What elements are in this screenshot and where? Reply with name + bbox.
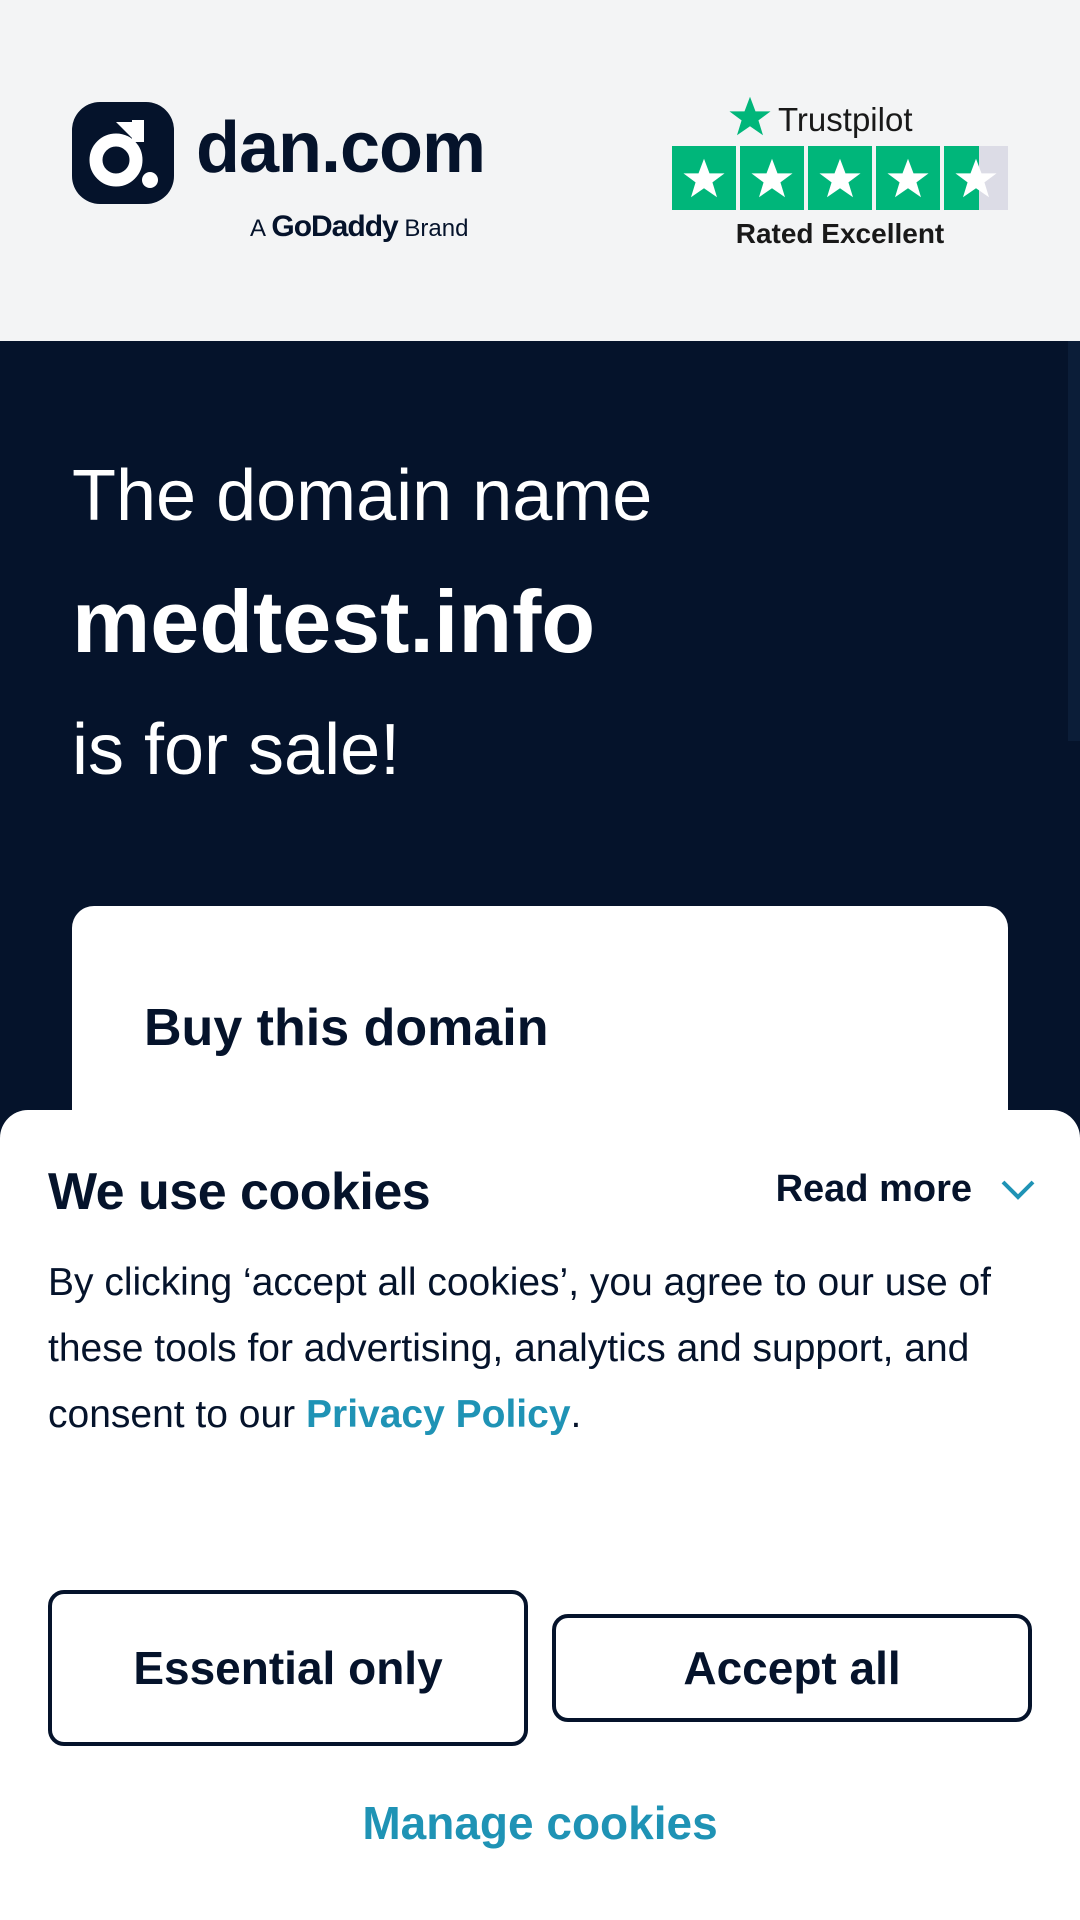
dan-logo-icon[interactable]	[72, 102, 174, 204]
hero-intro: The domain name	[72, 456, 653, 536]
star-icon	[740, 146, 804, 210]
accept-all-button[interactable]: Accept all	[552, 1614, 1032, 1722]
trustpilot-name: Trustpilot	[778, 101, 913, 138]
godaddy-wordmark: GoDaddy	[271, 210, 398, 243]
hero-for-sale: is for sale!	[72, 710, 401, 790]
cookie-description-end: .	[570, 1393, 582, 1436]
brand-prefix: A	[250, 215, 265, 242]
essential-only-button[interactable]: Essential only	[48, 1590, 528, 1746]
site-header: dan.com A GoDaddy Brand Trustpilot Rated…	[0, 0, 1080, 341]
trustpilot-star-icon	[728, 94, 772, 146]
read-more-label: Read more	[775, 1168, 972, 1210]
chevron-down-icon	[1000, 1168, 1036, 1211]
trustpilot-widget[interactable]: Trustpilot Rated Excellent	[670, 84, 1010, 254]
logo-wordmark[interactable]: dan.com	[196, 112, 486, 184]
trustpilot-stars	[672, 146, 1008, 210]
scrollbar[interactable]	[1068, 341, 1080, 741]
manage-cookies-link[interactable]: Manage cookies	[0, 1796, 1080, 1850]
domain-name: medtest.info	[72, 572, 596, 671]
half-star-icon	[944, 146, 1008, 210]
trustpilot-logo: Trustpilot	[728, 94, 912, 146]
cookie-banner: We use cookies Read more By clicking ‘ac…	[0, 1110, 1080, 1920]
brand-suffix: Brand	[404, 215, 469, 242]
star-icon	[808, 146, 872, 210]
buy-card-title: Buy this domain	[144, 999, 549, 1057]
cookie-description: By clicking ‘accept all cookies’, you ag…	[48, 1250, 1038, 1448]
trustpilot-rating-label: Rated Excellent	[735, 218, 945, 249]
cookie-title: We use cookies	[48, 1163, 431, 1221]
star-icon	[672, 146, 736, 210]
star-icon	[876, 146, 940, 210]
privacy-policy-link[interactable]: Privacy Policy	[306, 1393, 571, 1436]
read-more-toggle[interactable]: Read more	[776, 1168, 1036, 1211]
godaddy-brand-tagline: A GoDaddy Brand	[250, 212, 468, 242]
